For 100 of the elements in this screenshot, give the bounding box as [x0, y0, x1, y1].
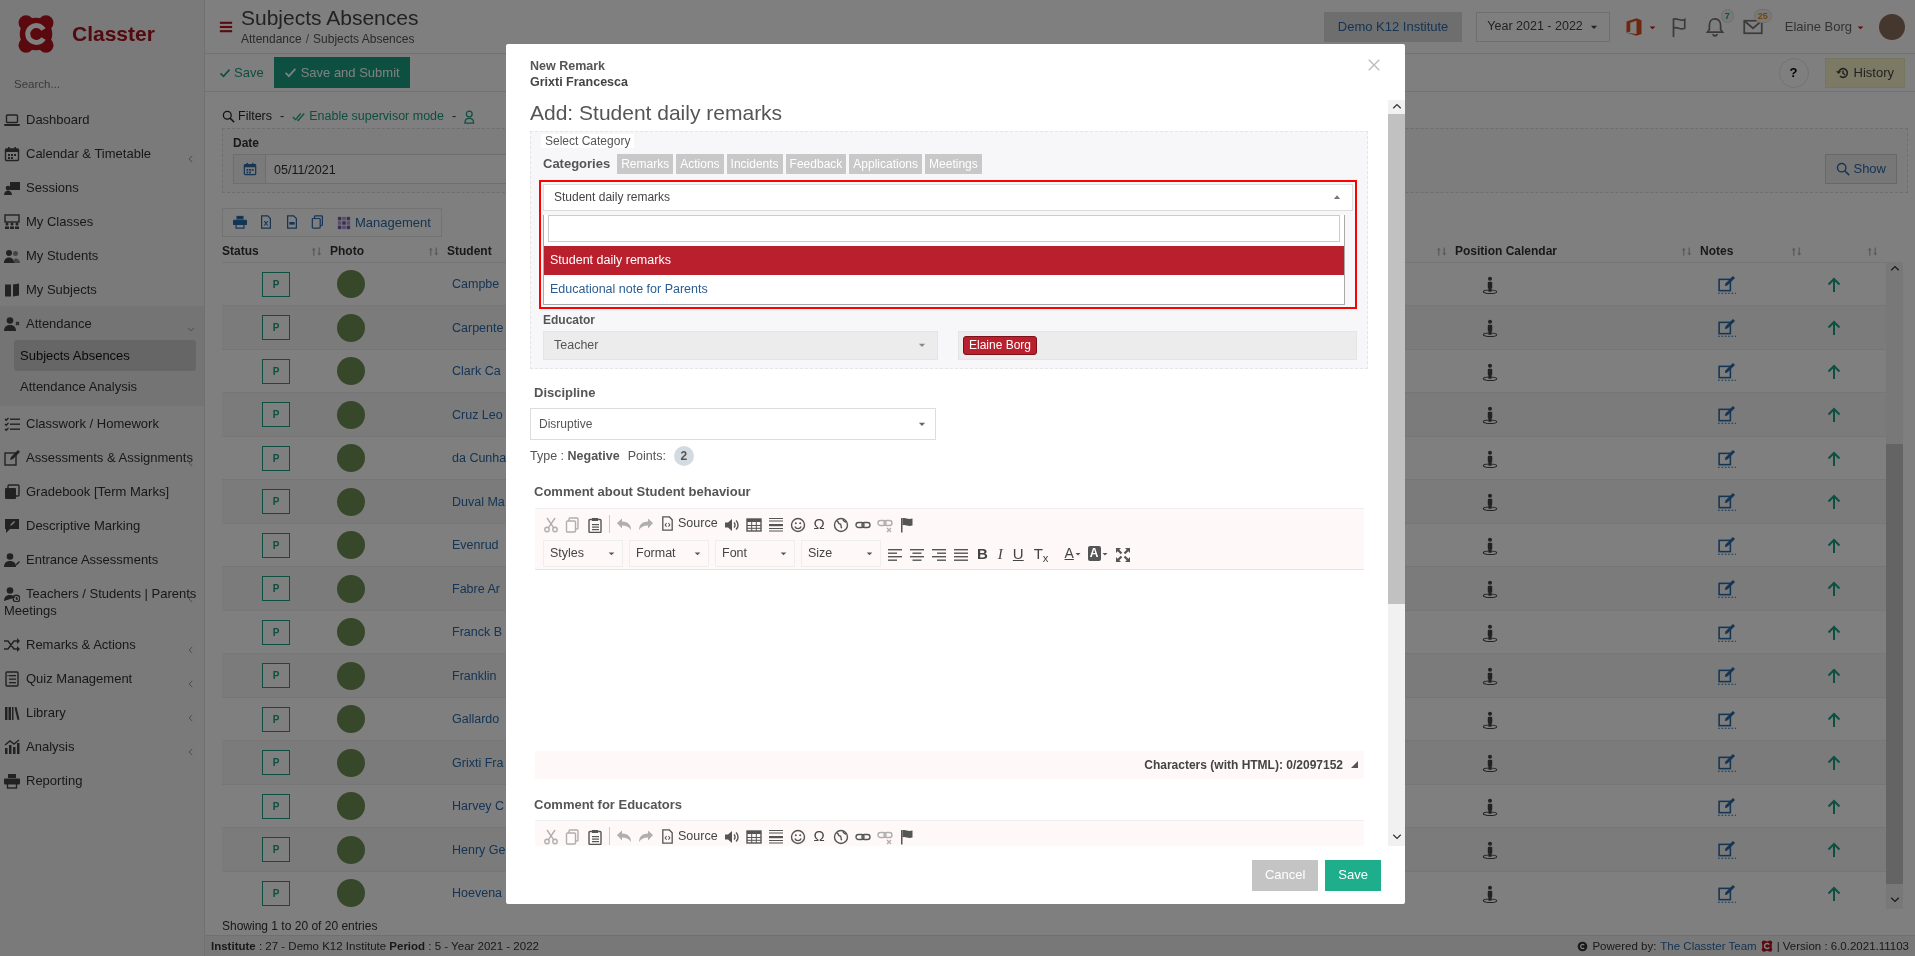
status-button[interactable]: P	[262, 358, 290, 384]
source-button[interactable]: Source	[660, 826, 718, 846]
status-button[interactable]: P	[262, 402, 290, 427]
globe-icon[interactable]	[832, 829, 849, 845]
edit-icon[interactable]	[1718, 406, 1736, 425]
bold-button[interactable]: B	[975, 544, 990, 563]
edit-icon[interactable]	[1718, 319, 1736, 338]
sidebar-item[interactable]: Teachers / Students | Parents Meetings	[0, 576, 204, 627]
sort-icon[interactable]	[428, 245, 439, 257]
save-submit-button[interactable]: Save and Submit	[273, 57, 410, 88]
edit-icon[interactable]	[1718, 710, 1736, 729]
speaker-icon[interactable]	[723, 516, 740, 533]
edit-icon[interactable]	[1718, 667, 1736, 686]
supervisor-mode-link[interactable]: Enable supervisor mode	[292, 107, 444, 127]
history-button[interactable]: History	[1824, 57, 1905, 88]
sidebar-item[interactable]: Classwork / Homework	[0, 406, 204, 440]
format-button[interactable]: Ω	[811, 514, 827, 533]
sidebar-item[interactable]: Entrance Assessments	[0, 542, 204, 576]
student-link[interactable]: da Cunha	[447, 451, 507, 466]
person-icon[interactable]	[1481, 754, 1499, 773]
sidebar-item[interactable]: My Students	[0, 238, 204, 272]
italic-button[interactable]: I	[995, 544, 1005, 563]
editor-dropdown[interactable]: Font	[715, 540, 795, 568]
student-link[interactable]: Duval Ma	[447, 494, 505, 509]
flag-icon[interactable]	[898, 829, 915, 845]
table-icon[interactable]	[745, 516, 762, 533]
status-button[interactable]: P	[262, 532, 290, 558]
format-button[interactable]: T$_{x}$	[1031, 544, 1051, 563]
person-icon[interactable]	[1481, 536, 1499, 555]
sidebar-item[interactable]: Reporting	[0, 763, 204, 797]
editor-dropdown[interactable]: Styles	[543, 540, 623, 568]
sidebar-item[interactable]: Descriptive Marking	[0, 508, 204, 542]
edit-icon[interactable]	[1718, 275, 1736, 294]
format-button[interactable]: Ω	[811, 827, 827, 846]
sidebar-item[interactable]: My Subjects	[0, 272, 204, 306]
scrollbar-thumb[interactable]	[1388, 114, 1405, 604]
resize-handle-icon[interactable]	[1351, 761, 1358, 769]
person-icon[interactable]	[1481, 319, 1499, 338]
chevron-left-icon[interactable]	[186, 678, 196, 689]
edit-icon[interactable]	[1718, 797, 1736, 816]
table-icon[interactable]	[745, 829, 762, 845]
chevron-left-icon[interactable]	[186, 746, 196, 757]
source-button[interactable]: Source	[660, 514, 718, 534]
dropdown-option[interactable]: Educational note for Parents	[544, 274, 1344, 304]
smiley-icon[interactable]	[789, 829, 806, 845]
student-link[interactable]: Clark Ca	[447, 364, 501, 379]
person-icon[interactable]	[1481, 667, 1499, 686]
save-button[interactable]: Save	[1325, 859, 1381, 891]
team-link[interactable]: The Classter Team	[1660, 937, 1757, 955]
person-icon[interactable]	[1481, 580, 1499, 599]
align-right-icon[interactable]	[931, 546, 947, 563]
sidebar-item[interactable]: Remarks & Actions	[0, 627, 204, 661]
sidebar-item[interactable]: Calendar & Timetable	[0, 136, 204, 170]
clipboard-icon[interactable]	[587, 516, 603, 533]
student-link[interactable]: Franck B	[447, 625, 502, 640]
text-color-button[interactable]: A	[1064, 543, 1082, 565]
sidebar-item[interactable]: Dashboard	[0, 102, 204, 136]
status-button[interactable]: P	[262, 489, 290, 514]
status-button[interactable]: P	[262, 445, 290, 471]
avatar[interactable]	[1879, 13, 1905, 40]
chevron-left-icon[interactable]	[186, 153, 196, 164]
person-icon[interactable]	[1481, 362, 1499, 381]
sidebar-item[interactable]: Sessions	[0, 170, 204, 204]
lines-icon[interactable]	[767, 516, 784, 533]
sidebar-item[interactable]: Library	[0, 695, 204, 729]
status-button[interactable]: P	[262, 793, 290, 819]
scrollbar[interactable]	[1886, 261, 1903, 909]
person-icon[interactable]	[1481, 710, 1499, 729]
editor-dropdown[interactable]: Format	[629, 540, 709, 568]
column-header[interactable]: Position Calendar	[1455, 242, 1558, 261]
status-button[interactable]: P	[262, 663, 290, 688]
student-link[interactable]: Carpente	[447, 320, 504, 335]
student-link[interactable]: Grixti Fra	[447, 755, 504, 770]
student-link[interactable]: Fabre Ar	[447, 581, 500, 596]
edit-icon[interactable]	[1718, 493, 1736, 512]
document-icon[interactable]	[285, 215, 299, 230]
student-link[interactable]: Harvey C	[447, 799, 505, 814]
person-icon[interactable]	[1481, 884, 1499, 903]
column-header[interactable]: Status	[222, 242, 259, 261]
status-button[interactable]: P	[262, 576, 290, 601]
person-icon[interactable]	[1481, 841, 1499, 860]
print-icon[interactable]	[233, 215, 247, 230]
justify-icon[interactable]	[953, 546, 969, 563]
spreadsheet-icon[interactable]	[259, 215, 273, 230]
align-left-icon[interactable]	[887, 546, 903, 563]
lines-icon[interactable]	[767, 829, 784, 845]
clipboard-icon[interactable]	[587, 829, 603, 845]
edit-icon[interactable]	[1718, 884, 1736, 903]
edit-icon[interactable]	[1718, 449, 1736, 468]
sidebar-subitem[interactable]: Attendance Analysis	[14, 371, 196, 402]
person-icon[interactable]	[1481, 406, 1499, 425]
search-field[interactable]: Search...	[14, 76, 194, 94]
scrollbar[interactable]	[1388, 100, 1405, 846]
status-button[interactable]: P	[262, 880, 290, 906]
breadcrumb-link[interactable]: Attendance	[241, 29, 302, 48]
edit-icon[interactable]	[1718, 754, 1736, 773]
save-link[interactable]: Save	[219, 62, 264, 83]
sidebar-subitem[interactable]: Subjects Absences	[14, 340, 196, 371]
student-link[interactable]: Franklin	[447, 668, 497, 683]
person-icon[interactable]	[1481, 275, 1499, 294]
